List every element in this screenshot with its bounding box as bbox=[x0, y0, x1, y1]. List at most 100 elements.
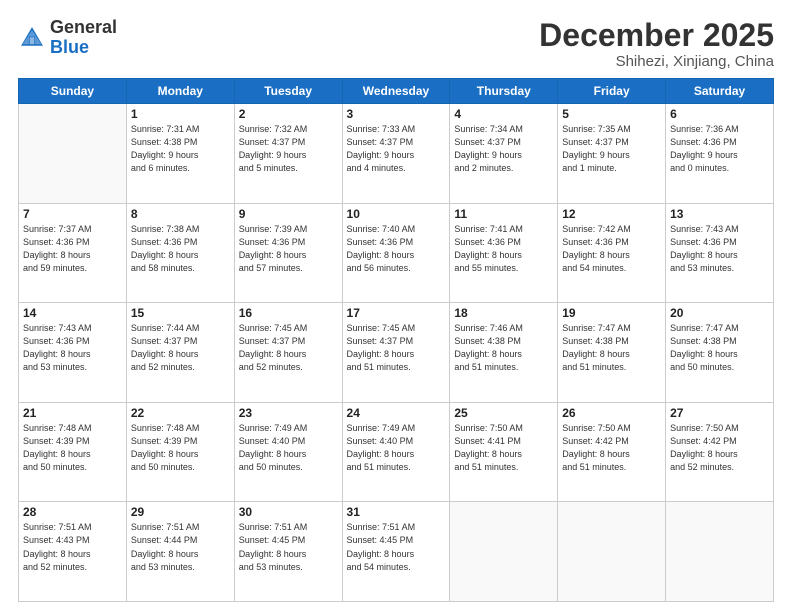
calendar-cell: 24 Sunrise: 7:49 AM Sunset: 4:40 PM Dayli… bbox=[342, 402, 450, 502]
day-number: 18 bbox=[454, 306, 553, 320]
day-info: Sunrise: 7:44 AM Sunset: 4:37 PM Dayligh… bbox=[131, 322, 230, 374]
day-info: Sunrise: 7:35 AM Sunset: 4:37 PM Dayligh… bbox=[562, 123, 661, 175]
day-info: Sunrise: 7:49 AM Sunset: 4:40 PM Dayligh… bbox=[239, 422, 338, 474]
day-number: 1 bbox=[131, 107, 230, 121]
day-info: Sunrise: 7:31 AM Sunset: 4:38 PM Dayligh… bbox=[131, 123, 230, 175]
day-number: 7 bbox=[23, 207, 122, 221]
day-number: 13 bbox=[670, 207, 769, 221]
calendar-cell: 30Sunrise: 7:51 AM Sunset: 4:45 PM Dayli… bbox=[234, 502, 342, 602]
day-number: 6 bbox=[670, 107, 769, 121]
day-number: 9 bbox=[239, 207, 338, 221]
day-info: Sunrise: 7:49 AM Sunset: 4:40 PM Dayligh… bbox=[347, 422, 446, 474]
calendar-cell: 22 Sunrise: 7:48 AM Sunset: 4:39 PM Dayli… bbox=[126, 402, 234, 502]
calendar-cell: 31Sunrise: 7:51 AM Sunset: 4:45 PM Dayli… bbox=[342, 502, 450, 602]
day-info: Sunrise: 7:45 AM Sunset: 4:37 PM Dayligh… bbox=[239, 322, 338, 374]
day-info: Sunrise: 7:45 AM Sunset: 4:37 PM Dayligh… bbox=[347, 322, 446, 374]
day-info: Sunrise: 7:36 AM Sunset: 4:36 PM Dayligh… bbox=[670, 123, 769, 175]
day-info: Sunrise: 7:47 AM Sunset: 4:38 PM Dayligh… bbox=[562, 322, 661, 374]
calendar-cell: 20 Sunrise: 7:47 AM Sunset: 4:38 PM Dayli… bbox=[666, 303, 774, 403]
calendar-cell: 8 Sunrise: 7:38 AM Sunset: 4:36 PM Daylig… bbox=[126, 203, 234, 303]
day-info: Sunrise: 7:47 AM Sunset: 4:38 PM Dayligh… bbox=[670, 322, 769, 374]
day-number: 24 bbox=[347, 406, 446, 420]
day-number: 11 bbox=[454, 207, 553, 221]
day-info: Sunrise: 7:51 AM Sunset: 4:43 PM Dayligh… bbox=[23, 521, 122, 573]
calendar-cell: 2 Sunrise: 7:32 AM Sunset: 4:37 PM Daylig… bbox=[234, 104, 342, 204]
weekday-header: Sunday bbox=[19, 79, 127, 104]
location: Shihezi, Xinjiang, China bbox=[539, 53, 774, 70]
calendar-week-row: 21 Sunrise: 7:48 AM Sunset: 4:39 PM Dayli… bbox=[19, 402, 774, 502]
day-number: 28 bbox=[23, 505, 122, 519]
calendar-cell bbox=[558, 502, 666, 602]
calendar-week-row: 14Sunrise: 7:43 AM Sunset: 4:36 PM Dayli… bbox=[19, 303, 774, 403]
calendar-page: General Blue December 2025 Shihezi, Xinj… bbox=[0, 0, 792, 612]
calendar-cell: 10 Sunrise: 7:40 AM Sunset: 4:36 PM Dayli… bbox=[342, 203, 450, 303]
day-info: Sunrise: 7:50 AM Sunset: 4:41 PM Dayligh… bbox=[454, 422, 553, 474]
day-info: Sunrise: 7:33 AM Sunset: 4:37 PM Dayligh… bbox=[347, 123, 446, 175]
weekday-header: Saturday bbox=[666, 79, 774, 104]
day-number: 23 bbox=[239, 406, 338, 420]
day-number: 27 bbox=[670, 406, 769, 420]
day-info: Sunrise: 7:39 AM Sunset: 4:36 PM Dayligh… bbox=[239, 223, 338, 275]
calendar-cell: 15 Sunrise: 7:44 AM Sunset: 4:37 PM Dayli… bbox=[126, 303, 234, 403]
day-info: Sunrise: 7:37 AM Sunset: 4:36 PM Dayligh… bbox=[23, 223, 122, 275]
calendar-cell bbox=[666, 502, 774, 602]
day-info: Sunrise: 7:41 AM Sunset: 4:36 PM Dayligh… bbox=[454, 223, 553, 275]
day-number: 21 bbox=[23, 406, 122, 420]
day-number: 19 bbox=[562, 306, 661, 320]
calendar-week-row: 7 Sunrise: 7:37 AM Sunset: 4:36 PM Daylig… bbox=[19, 203, 774, 303]
day-info: Sunrise: 7:38 AM Sunset: 4:36 PM Dayligh… bbox=[131, 223, 230, 275]
day-number: 15 bbox=[131, 306, 230, 320]
calendar-cell: 23 Sunrise: 7:49 AM Sunset: 4:40 PM Dayli… bbox=[234, 402, 342, 502]
calendar-cell: 16Sunrise: 7:45 AM Sunset: 4:37 PM Dayli… bbox=[234, 303, 342, 403]
day-info: Sunrise: 7:51 AM Sunset: 4:44 PM Dayligh… bbox=[131, 521, 230, 573]
day-info: Sunrise: 7:48 AM Sunset: 4:39 PM Dayligh… bbox=[131, 422, 230, 474]
day-info: Sunrise: 7:51 AM Sunset: 4:45 PM Dayligh… bbox=[239, 521, 338, 573]
calendar-cell: 18 Sunrise: 7:46 AM Sunset: 4:38 PM Dayli… bbox=[450, 303, 558, 403]
header: General Blue December 2025 Shihezi, Xinj… bbox=[18, 18, 774, 70]
calendar-cell: 3 Sunrise: 7:33 AM Sunset: 4:37 PM Daylig… bbox=[342, 104, 450, 204]
day-info: Sunrise: 7:51 AM Sunset: 4:45 PM Dayligh… bbox=[347, 521, 446, 573]
day-number: 26 bbox=[562, 406, 661, 420]
day-number: 3 bbox=[347, 107, 446, 121]
calendar-cell bbox=[450, 502, 558, 602]
day-number: 10 bbox=[347, 207, 446, 221]
calendar-table: SundayMondayTuesdayWednesdayThursdayFrid… bbox=[18, 78, 774, 602]
calendar-week-row: 28 Sunrise: 7:51 AM Sunset: 4:43 PM Dayli… bbox=[19, 502, 774, 602]
day-info: Sunrise: 7:46 AM Sunset: 4:38 PM Dayligh… bbox=[454, 322, 553, 374]
day-number: 29 bbox=[131, 505, 230, 519]
weekday-header: Wednesday bbox=[342, 79, 450, 104]
weekday-header: Friday bbox=[558, 79, 666, 104]
calendar-cell: 26 Sunrise: 7:50 AM Sunset: 4:42 PM Dayli… bbox=[558, 402, 666, 502]
day-info: Sunrise: 7:48 AM Sunset: 4:39 PM Dayligh… bbox=[23, 422, 122, 474]
day-number: 2 bbox=[239, 107, 338, 121]
calendar-cell: 17 Sunrise: 7:45 AM Sunset: 4:37 PM Dayli… bbox=[342, 303, 450, 403]
calendar-cell: 28 Sunrise: 7:51 AM Sunset: 4:43 PM Dayli… bbox=[19, 502, 127, 602]
day-number: 14 bbox=[23, 306, 122, 320]
calendar-cell: 9 Sunrise: 7:39 AM Sunset: 4:36 PM Daylig… bbox=[234, 203, 342, 303]
day-number: 20 bbox=[670, 306, 769, 320]
day-number: 8 bbox=[131, 207, 230, 221]
day-number: 22 bbox=[131, 406, 230, 420]
calendar-cell: 27Sunrise: 7:50 AM Sunset: 4:42 PM Dayli… bbox=[666, 402, 774, 502]
day-info: Sunrise: 7:32 AM Sunset: 4:37 PM Dayligh… bbox=[239, 123, 338, 175]
weekday-header: Thursday bbox=[450, 79, 558, 104]
weekday-header: Monday bbox=[126, 79, 234, 104]
day-info: Sunrise: 7:50 AM Sunset: 4:42 PM Dayligh… bbox=[562, 422, 661, 474]
calendar-cell: 1 Sunrise: 7:31 AM Sunset: 4:38 PM Daylig… bbox=[126, 104, 234, 204]
calendar-week-row: 1 Sunrise: 7:31 AM Sunset: 4:38 PM Daylig… bbox=[19, 104, 774, 204]
calendar-cell: 11 Sunrise: 7:41 AM Sunset: 4:36 PM Dayli… bbox=[450, 203, 558, 303]
day-number: 17 bbox=[347, 306, 446, 320]
calendar-cell: 6 Sunrise: 7:36 AM Sunset: 4:36 PM Daylig… bbox=[666, 104, 774, 204]
month-title: December 2025 bbox=[539, 18, 774, 53]
day-number: 25 bbox=[454, 406, 553, 420]
day-number: 5 bbox=[562, 107, 661, 121]
logo-icon bbox=[18, 24, 46, 52]
calendar-cell: 19 Sunrise: 7:47 AM Sunset: 4:38 PM Dayli… bbox=[558, 303, 666, 403]
day-info: Sunrise: 7:34 AM Sunset: 4:37 PM Dayligh… bbox=[454, 123, 553, 175]
logo-line1: General bbox=[50, 18, 117, 38]
day-info: Sunrise: 7:43 AM Sunset: 4:36 PM Dayligh… bbox=[670, 223, 769, 275]
logo-line2: Blue bbox=[50, 38, 117, 58]
day-info: Sunrise: 7:40 AM Sunset: 4:36 PM Dayligh… bbox=[347, 223, 446, 275]
weekday-header: Tuesday bbox=[234, 79, 342, 104]
calendar-cell: 14Sunrise: 7:43 AM Sunset: 4:36 PM Dayli… bbox=[19, 303, 127, 403]
